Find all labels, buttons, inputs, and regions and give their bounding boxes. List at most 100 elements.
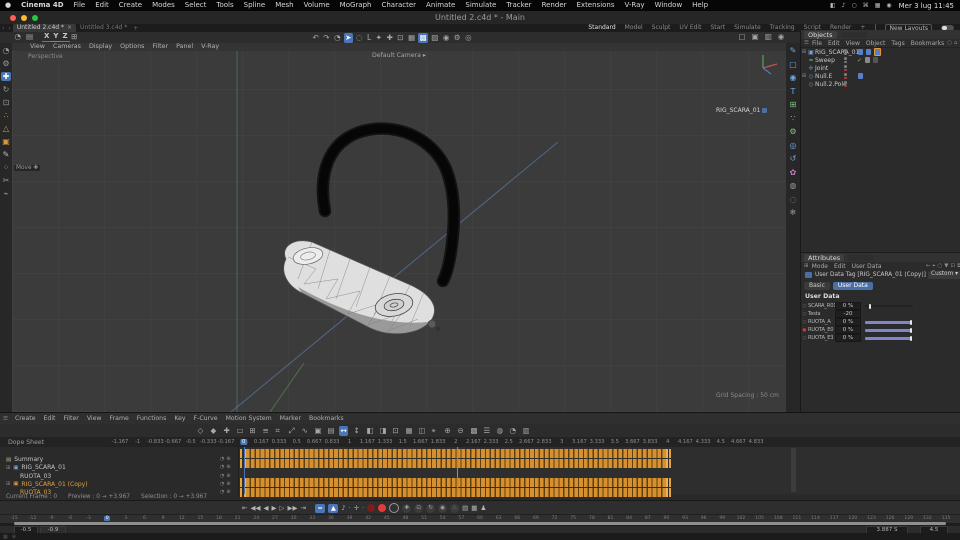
keyframe-range-end-marker[interactable] bbox=[669, 448, 671, 458]
visibility-dots[interactable] bbox=[844, 64, 847, 72]
track-option-icon[interactable]: ◔ bbox=[220, 456, 224, 462]
keyframe-range-end-marker[interactable] bbox=[669, 488, 671, 497]
timeline-tool-icon-15[interactable]: ⊡ bbox=[391, 426, 400, 436]
timeline-menu-motion-system[interactable]: Motion System bbox=[222, 415, 276, 422]
track-option-icon[interactable]: ◔ bbox=[220, 489, 224, 495]
frame-label[interactable]: 90 bbox=[663, 516, 669, 521]
next-key-button[interactable]: ▶▶ bbox=[287, 503, 297, 513]
attributes-menu-edit[interactable]: Edit bbox=[831, 263, 849, 270]
go-end-button[interactable]: ⇥ bbox=[300, 503, 305, 513]
visibility-render-dot[interactable] bbox=[844, 52, 847, 56]
param-value-field[interactable]: 0 % bbox=[835, 317, 861, 327]
live-selection-icon[interactable]: ➤ bbox=[343, 32, 353, 43]
timeline-menu-f-curve[interactable]: F-Curve bbox=[190, 415, 222, 422]
frame-label[interactable]: 3 bbox=[124, 516, 127, 521]
timeline-tool-icon-18[interactable]: ⌖ bbox=[430, 426, 437, 436]
lock-icon[interactable]: ⊡ bbox=[950, 263, 955, 270]
visibility-render-dot[interactable] bbox=[844, 60, 847, 64]
tag-icon[interactable] bbox=[872, 57, 879, 63]
record-position-toggle[interactable]: ✚ bbox=[402, 503, 412, 513]
search-icon[interactable]: ○ bbox=[947, 40, 952, 46]
subdivision-surface-icon[interactable]: ⊞ bbox=[788, 100, 798, 109]
visibility-render-dot[interactable] bbox=[844, 84, 847, 88]
frame-label[interactable]: 78 bbox=[589, 516, 595, 521]
objects-menu-object[interactable]: Object bbox=[863, 40, 889, 47]
timeline-tool-icon-20[interactable]: ⊖ bbox=[456, 426, 465, 436]
timeline-menu-key[interactable]: Key bbox=[170, 415, 189, 422]
axis-mode-icon[interactable]: ⁘ bbox=[1, 163, 11, 172]
frame-label[interactable]: 63 bbox=[496, 516, 502, 521]
hamburger-icon[interactable]: ☰ bbox=[0, 416, 11, 422]
timeline-tool-icon-23[interactable]: ◍ bbox=[495, 426, 505, 436]
expander-icon[interactable]: ⊞ bbox=[6, 465, 10, 471]
timeline-tool-icon-8[interactable]: ∿ bbox=[300, 426, 309, 436]
play-forward-button[interactable]: ▷ bbox=[279, 503, 284, 513]
visibility-dots[interactable] bbox=[844, 72, 847, 80]
attributes-menu-user-data[interactable]: User Data bbox=[849, 263, 885, 270]
tab-attributes-secondary[interactable] bbox=[848, 254, 875, 261]
frame-label[interactable]: 135 bbox=[942, 516, 951, 521]
timeline-tool-icon-9[interactable]: ▣ bbox=[313, 426, 323, 436]
param-expander-icon[interactable]: ○ bbox=[801, 312, 808, 317]
timeline-tool-icon-14[interactable]: ◨ bbox=[378, 426, 388, 436]
track-row-rig-scara-01-copy-3[interactable]: ⊞ ▣ RIG_SCARA_01 (Copy) bbox=[6, 480, 88, 488]
target-icon[interactable]: ⌖ bbox=[932, 263, 935, 270]
visibility-dots[interactable] bbox=[844, 56, 847, 64]
close-tab-icon[interactable]: × bbox=[67, 24, 72, 32]
undo-history-icon[interactable]: ◔ bbox=[1, 46, 11, 55]
frame-label[interactable]: 120 bbox=[848, 516, 857, 521]
go-start-button[interactable]: ⇤ bbox=[242, 503, 247, 513]
objects-menu-file[interactable]: File bbox=[809, 40, 825, 47]
frame-label[interactable]: 45 bbox=[384, 516, 390, 521]
timeline-menu-frame[interactable]: Frame bbox=[106, 415, 133, 422]
frame-label[interactable]: -12 bbox=[29, 516, 37, 521]
track-option-icon[interactable]: ⊕ bbox=[226, 473, 230, 479]
history-icon[interactable]: ◔ bbox=[13, 32, 23, 42]
frame-label[interactable]: 105 bbox=[755, 516, 764, 521]
track-option-icon[interactable]: ⊕ bbox=[226, 464, 230, 470]
enabled-check-icon[interactable]: ✓ bbox=[857, 57, 862, 64]
frame-label[interactable]: 33 bbox=[309, 516, 315, 521]
menu-animate[interactable]: Animate bbox=[421, 0, 460, 11]
viewport-menu-filter[interactable]: Filter bbox=[148, 43, 172, 51]
timeline-tool-icon-3[interactable]: ▭ bbox=[235, 426, 245, 436]
viewport-menu-panel[interactable]: Panel bbox=[172, 43, 197, 51]
menu-file[interactable]: File bbox=[69, 0, 91, 11]
frame-label[interactable]: 21 bbox=[235, 516, 241, 521]
arc-spline-icon[interactable]: ↺ bbox=[788, 154, 798, 163]
keyboard-icon[interactable]: ⌘ bbox=[860, 2, 872, 9]
timeline-tool-icon-13[interactable]: ◧ bbox=[365, 426, 375, 436]
frame-label[interactable]: 48 bbox=[403, 516, 409, 521]
tag-icon[interactable] bbox=[857, 49, 863, 55]
frame-label[interactable]: 126 bbox=[886, 516, 895, 521]
axis-y-lock[interactable]: Y bbox=[51, 32, 61, 42]
grid-view-icon[interactable]: ▦ bbox=[3, 534, 8, 540]
tab-objects[interactable]: Objects bbox=[804, 30, 837, 39]
settings-gear-icon[interactable]: ⚙ bbox=[1, 59, 11, 68]
expander-icon[interactable]: ⊞ bbox=[6, 481, 10, 487]
frame-label[interactable]: 30 bbox=[291, 516, 297, 521]
menu-mograph[interactable]: MoGraph bbox=[335, 0, 377, 11]
frame-label[interactable]: 51 bbox=[421, 516, 427, 521]
rotate-tool-icon[interactable]: ↻ bbox=[1, 85, 11, 94]
param-slider[interactable] bbox=[865, 303, 913, 309]
subtab-user-data[interactable]: User Data bbox=[832, 282, 873, 290]
record-scale-toggle[interactable]: ⊡ bbox=[414, 503, 424, 513]
record-point-level-toggle[interactable]: ∴ bbox=[450, 503, 460, 513]
tab-attributes[interactable]: Attributes bbox=[804, 253, 845, 262]
viewport-menu-options[interactable]: Options bbox=[116, 43, 148, 51]
mograph-cloner-icon[interactable]: ✿ bbox=[788, 168, 798, 177]
layout-split-view-icon[interactable]: ▥ bbox=[763, 32, 773, 42]
objects-menu-bookmarks[interactable]: Bookmarks bbox=[908, 40, 948, 47]
frame-label[interactable]: 108 bbox=[774, 516, 783, 521]
timeline-tool-icon-6[interactable]: ⌗ bbox=[274, 426, 281, 436]
menu-create[interactable]: Create bbox=[114, 0, 147, 11]
menu-character[interactable]: Character bbox=[376, 0, 421, 11]
object-row-null-e[interactable]: ⊞ ◇ Null.E bbox=[801, 72, 960, 80]
object-row-sweep[interactable]: ≈ Sweep ✓ bbox=[801, 56, 960, 64]
param-expander-icon[interactable]: ○ bbox=[801, 304, 808, 309]
menu-volume[interactable]: Volume bbox=[299, 0, 335, 11]
frame-label[interactable]: 111 bbox=[792, 516, 801, 521]
object-row-null-2-pole[interactable]: ◇ Null.2.Pole bbox=[801, 80, 960, 88]
track-row-rig-scara-01-1[interactable]: ⊞ ▣ RIG_SCARA_01 bbox=[6, 464, 66, 472]
